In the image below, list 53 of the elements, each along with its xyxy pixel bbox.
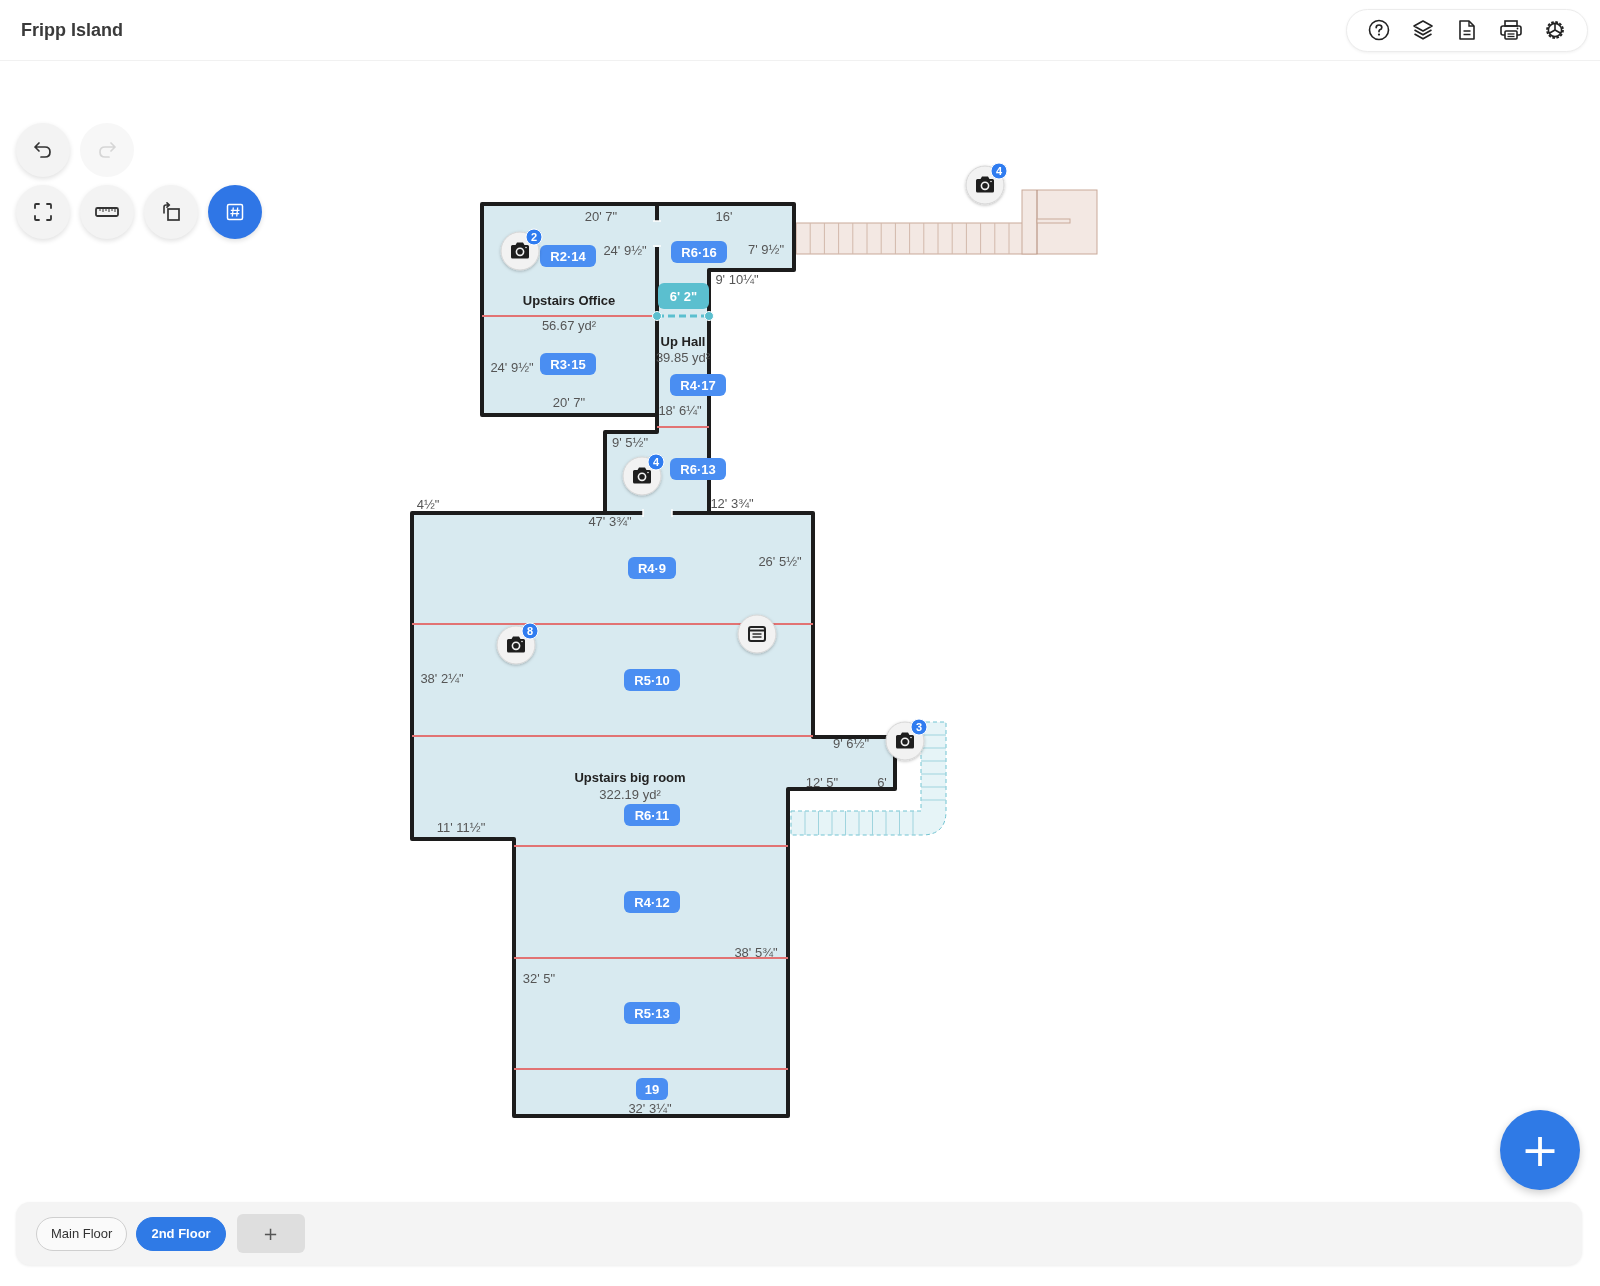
dimension-label: 6' [877, 775, 887, 790]
count-badge: 4 [647, 453, 665, 471]
photo-marker[interactable]: 4 [965, 162, 1008, 205]
dimension-label: 20' 7" [584, 209, 618, 224]
section-tag[interactable]: R4·12 [624, 891, 680, 913]
count-badge: 3 [910, 718, 928, 736]
section-tag[interactable]: R3·15 [540, 353, 596, 375]
photo-marker[interactable]: 4 [622, 453, 665, 496]
section-tag[interactable]: R6·11 [624, 804, 680, 826]
section-tag[interactable]: R4·17 [670, 374, 726, 396]
dimension-label: 26' 5½" [758, 554, 802, 569]
floor-tab[interactable]: Main Floor [36, 1216, 128, 1251]
dimension-label: 32' 5" [522, 971, 556, 986]
section-tag[interactable]: R6·13 [670, 458, 726, 480]
dimension-label: 32' 3¼" [628, 1101, 672, 1116]
room-name: Up Hall [660, 334, 706, 349]
dimension-label: 16' [715, 209, 733, 224]
photo-marker[interactable]: 8 [496, 622, 539, 665]
dimension-label: 12' 3¾" [710, 496, 754, 511]
count-badge: 2 [525, 228, 543, 246]
measurement-tag[interactable]: 6' 2" [658, 283, 709, 309]
section-tag[interactable]: R4·9 [628, 557, 676, 579]
section-tag[interactable]: 19 [636, 1078, 668, 1100]
room-area: 56.67 yd² [541, 318, 597, 333]
room-area: 322.19 yd² [599, 787, 661, 802]
dimension-label: 9' 5½" [612, 435, 648, 450]
room-name: Upstairs big room [574, 770, 686, 785]
floor-tab[interactable]: 2nd Floor [136, 1216, 226, 1251]
dimension-label: 18' 6¼" [658, 403, 702, 418]
dimension-label: 9' 6½" [833, 736, 869, 751]
add-button[interactable]: + [1500, 1110, 1580, 1190]
dimension-label: 38' 2¼" [420, 671, 464, 686]
dimension-label: 38' 5¾" [734, 945, 778, 960]
section-tag[interactable]: R2·14 [540, 245, 596, 267]
photo-marker[interactable]: 2 [500, 228, 543, 271]
dimension-label: 4½" [416, 497, 440, 512]
dimension-label: 12' 5" [805, 775, 839, 790]
dimension-label: 24' 9½" [490, 360, 534, 375]
count-badge: 4 [990, 162, 1008, 180]
section-tag[interactable]: R5·10 [624, 669, 680, 691]
dimension-label: 7' 9½" [748, 242, 784, 257]
project-title: Fripp Island [21, 19, 123, 41]
photo-marker[interactable]: 3 [885, 718, 928, 761]
section-tag[interactable]: R6·16 [671, 241, 727, 263]
dimension-label: 20' 7" [552, 395, 586, 410]
count-badge: 8 [521, 622, 539, 640]
dimension-label: 11' 11½" [436, 820, 486, 835]
section-tag[interactable]: R5·13 [624, 1002, 680, 1024]
add-floor-button[interactable]: + [236, 1214, 305, 1253]
dimension-label: 9' 10¼" [715, 272, 759, 287]
dimension-label: 24' 9½" [603, 243, 647, 258]
dimension-label: 47' 3¾" [588, 514, 632, 529]
room-name: Upstairs Office [522, 293, 616, 308]
